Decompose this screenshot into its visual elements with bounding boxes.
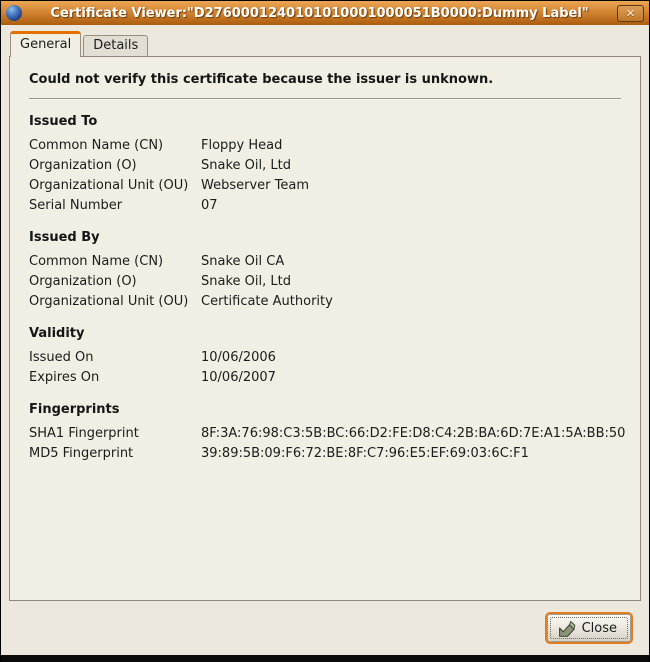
field-value: Webserver Team <box>201 176 621 196</box>
separator <box>29 98 621 100</box>
close-button[interactable]: Close <box>547 614 631 642</box>
section-title: Fingerprints <box>29 402 621 417</box>
section-issued-by: Issued By Common Name (CN) Snake Oil CA … <box>29 230 621 312</box>
section-title: Validity <box>29 326 621 341</box>
globe-icon <box>6 5 22 21</box>
window-title: Certificate Viewer:"D2760001240101010001… <box>26 6 613 21</box>
field-value: 10/06/2007 <box>201 368 621 388</box>
tab-details-label: Details <box>93 38 138 53</box>
field-value: 39:89:5B:09:F6:72:BE:8F:C7:96:E5:EF:69:0… <box>201 444 625 464</box>
field-label: MD5 Fingerprint <box>29 444 201 464</box>
tab-details[interactable]: Details <box>83 35 148 56</box>
field-label: Organization (O) <box>29 272 201 292</box>
section-title: Issued By <box>29 230 621 245</box>
close-button-label: Close <box>582 621 617 636</box>
field-label: Common Name (CN) <box>29 252 201 272</box>
verification-warning: Could not verify this certificate becaus… <box>29 70 621 87</box>
field-grid: Common Name (CN) Snake Oil CA Organizati… <box>29 252 621 312</box>
field-grid: SHA1 Fingerprint 8F:3A:76:98:C3:5B:BC:66… <box>29 424 621 464</box>
certificate-viewer-window: Certificate Viewer:"D2760001240101010001… <box>0 0 650 662</box>
field-label: Common Name (CN) <box>29 136 201 156</box>
field-value: 07 <box>201 196 621 216</box>
field-label: Organizational Unit (OU) <box>29 176 201 196</box>
section-issued-to: Issued To Common Name (CN) Floppy Head O… <box>29 114 621 216</box>
close-arrow-icon <box>557 619 577 638</box>
field-value: Floppy Head <box>201 136 621 156</box>
dialog-action-area: Close <box>1 601 649 655</box>
tab-general[interactable]: General <box>10 31 81 57</box>
tab-general-label: General <box>20 37 71 52</box>
field-grid: Common Name (CN) Floppy Head Organizatio… <box>29 136 621 216</box>
titlebar[interactable]: Certificate Viewer:"D2760001240101010001… <box>1 1 649 25</box>
close-icon: ✕ <box>626 7 635 20</box>
field-value: Certificate Authority <box>201 292 621 312</box>
field-value: 10/06/2006 <box>201 348 621 368</box>
field-label: Issued On <box>29 348 201 368</box>
section-title: Issued To <box>29 114 621 129</box>
field-label: SHA1 Fingerprint <box>29 424 201 444</box>
section-validity: Validity Issued On 10/06/2006 Expires On… <box>29 326 621 388</box>
general-tab-panel: Could not verify this certificate becaus… <box>9 56 641 601</box>
window-bottom-border <box>1 655 649 662</box>
field-label: Expires On <box>29 368 201 388</box>
section-fingerprints: Fingerprints SHA1 Fingerprint 8F:3A:76:9… <box>29 402 621 464</box>
tab-bar: General Details <box>1 25 649 56</box>
field-label: Organization (O) <box>29 156 201 176</box>
field-label: Organizational Unit (OU) <box>29 292 201 312</box>
window-close-button[interactable]: ✕ <box>617 5 644 22</box>
field-grid: Issued On 10/06/2006 Expires On 10/06/20… <box>29 348 621 388</box>
field-value: 8F:3A:76:98:C3:5B:BC:66:D2:FE:D8:C4:2B:B… <box>201 424 625 444</box>
field-value: Snake Oil CA <box>201 252 621 272</box>
field-value: Snake Oil, Ltd <box>201 156 621 176</box>
field-value: Snake Oil, Ltd <box>201 272 621 292</box>
field-label: Serial Number <box>29 196 201 216</box>
